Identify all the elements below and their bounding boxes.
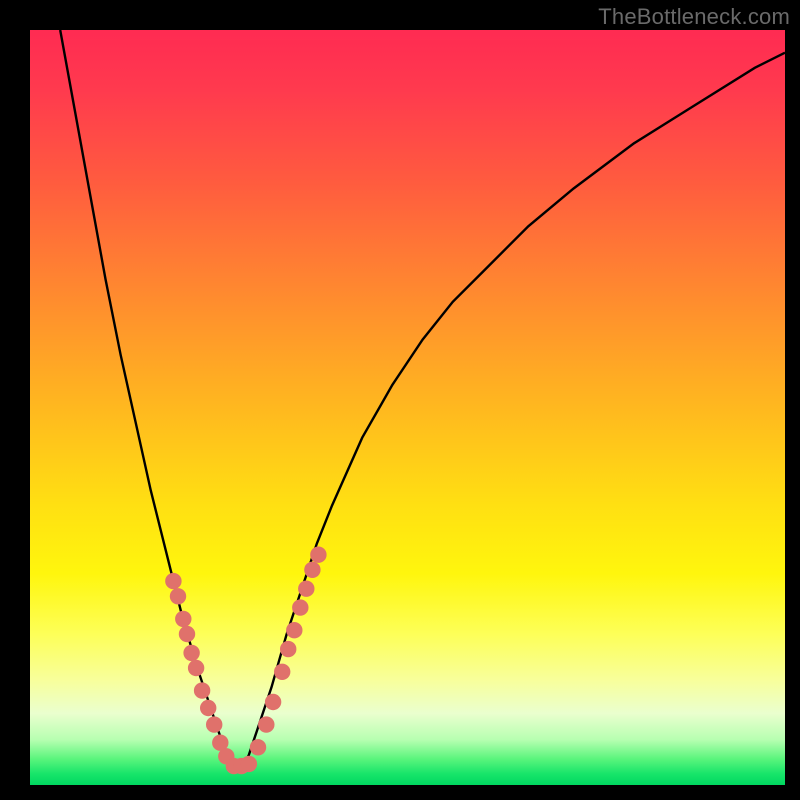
data-marker (175, 611, 191, 627)
data-marker (206, 716, 222, 732)
data-marker (183, 645, 199, 661)
data-marker (310, 547, 326, 563)
data-marker (292, 599, 308, 615)
data-marker (241, 756, 257, 772)
data-marker (258, 716, 274, 732)
data-marker (250, 739, 266, 755)
data-marker (200, 700, 216, 716)
data-marker (194, 682, 210, 698)
chart-frame: TheBottleneck.com (0, 0, 800, 800)
data-marker (188, 660, 204, 676)
bottleneck-chart (0, 0, 800, 800)
data-marker (280, 641, 296, 657)
data-marker (274, 664, 290, 680)
data-marker (170, 588, 186, 604)
data-marker (165, 573, 181, 589)
data-marker (298, 581, 314, 597)
data-marker (304, 562, 320, 578)
data-marker (286, 622, 302, 638)
data-marker (179, 626, 195, 642)
watermark-text: TheBottleneck.com (598, 4, 790, 30)
plot-area (30, 30, 785, 785)
data-marker (265, 694, 281, 710)
